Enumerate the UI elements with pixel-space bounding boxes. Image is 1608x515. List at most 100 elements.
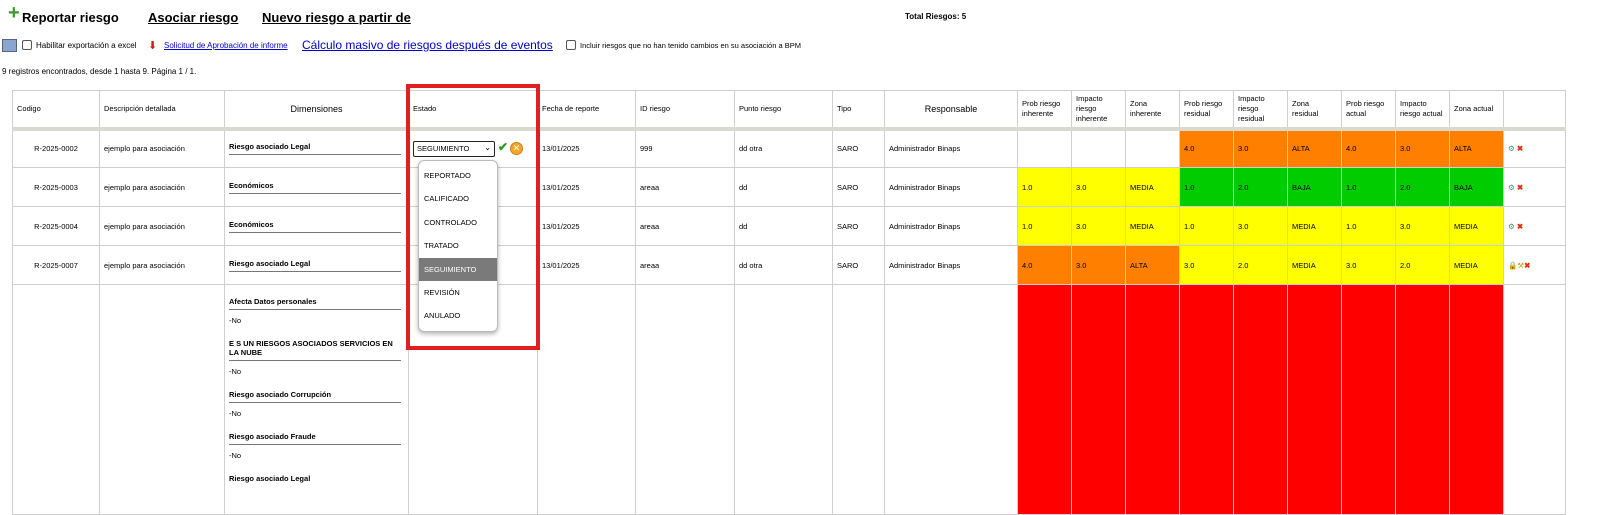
table-row[interactable]: R-2025-0003 ejemplo para asociación Econ… — [12, 167, 1566, 207]
cell-ira: 3.0 — [1395, 206, 1450, 246]
asociar-riesgo-link[interactable]: Asociar riesgo — [148, 10, 238, 25]
col-pri[interactable]: Prob riesgo inherente — [1017, 90, 1072, 131]
table-row[interactable]: R-2025-0004 ejemplo para asociación Econ… — [12, 206, 1566, 246]
estado-option-controlado[interactable]: CONTROLADO — [419, 211, 497, 234]
edit-icon[interactable]: ⚙ — [1508, 222, 1515, 231]
delete-icon[interactable]: ✖ — [1517, 222, 1523, 231]
cell-zi: MEDIA — [1125, 206, 1180, 246]
cell-tipo: SARO — [832, 206, 885, 246]
edit-icon[interactable]: ⚙ — [1508, 183, 1515, 192]
cell-iri: 3.0 — [1071, 245, 1126, 285]
dim-value: -No — [229, 367, 242, 376]
cell-zr: MEDIA — [1287, 245, 1342, 285]
cell-za: MEDIA — [1449, 245, 1504, 285]
header-row: Codigo Descripción detallada Dimensiones… — [12, 90, 1566, 131]
dim-heading: E S UN RIESGOS ASOCIADOS SERVICIOS EN LA… — [229, 339, 401, 361]
col-dimensiones[interactable]: Dimensiones — [224, 90, 409, 131]
pdf-icon[interactable]: ⬇ — [148, 39, 157, 52]
plus-icon[interactable]: + — [8, 2, 20, 25]
check-icon[interactable]: ✔ — [498, 140, 508, 154]
estado-option-tratado[interactable]: TRATADO — [419, 234, 497, 257]
col-fecha[interactable]: Fecha de reporte — [537, 90, 636, 131]
cell-za: ALTA — [1449, 128, 1504, 168]
cell-zr: MEDIA — [1287, 206, 1342, 246]
cell-resp: Administrador Binaps — [884, 167, 1018, 207]
cell-ira: 2.0 — [1395, 167, 1450, 207]
col-descripcion[interactable]: Descripción detallada — [99, 90, 225, 131]
col-prr[interactable]: Prob riesgo residual — [1179, 90, 1234, 131]
dim-value: -No — [229, 316, 242, 325]
dim-heading: Riesgo asociado Legal — [229, 474, 311, 483]
incluir-checkbox[interactable] — [566, 40, 576, 50]
col-codigo[interactable]: Codigo — [12, 90, 100, 131]
cell-pra: 1.0 — [1341, 167, 1396, 207]
lock-icon[interactable]: 🔒 — [1508, 261, 1517, 270]
cell-iri — [1071, 284, 1126, 515]
cell-resp: Administrador Binaps — [884, 128, 1018, 168]
table-row[interactable]: R-2025-0007 ejemplo para asociación Ries… — [12, 245, 1566, 285]
solicitud-link[interactable]: Solicitud de Aprobación de informe — [164, 41, 288, 50]
table-row[interactable]: R-2025-0002 ejemplo para asociación Ries… — [12, 128, 1566, 168]
cell-punto: dd otra — [734, 245, 833, 285]
estado-option-anulado[interactable]: ANULADO — [419, 304, 497, 327]
col-irr[interactable]: Impacto riesgo residual — [1233, 90, 1288, 131]
cell-zi: MEDIA — [1125, 167, 1180, 207]
cell-pra: 4.0 — [1341, 128, 1396, 168]
estado-select[interactable]: SEGUIMIENTO ⌄ — [413, 141, 495, 158]
cell-irr: 3.0 — [1233, 128, 1288, 168]
edit-icon[interactable]: ⚙ — [1508, 144, 1515, 153]
col-id[interactable]: ID riesgo — [635, 90, 735, 131]
col-responsable[interactable]: Responsable — [884, 90, 1018, 131]
cell-desc: ejemplo para asociación — [99, 167, 225, 207]
cell-pra — [1341, 284, 1396, 515]
delete-icon[interactable]: ✖ — [1517, 144, 1523, 153]
records-info: 9 registros encontrados, desde 1 hasta 9… — [2, 67, 197, 76]
cell-actions: ⚙ ✖ — [1503, 128, 1566, 168]
nuevo-riesgo-link[interactable]: Nuevo riesgo a partir de — [262, 10, 411, 25]
cell-zr: BAJA — [1287, 167, 1342, 207]
dim-label: Económicos — [229, 220, 401, 233]
cell-id: areaa — [635, 245, 735, 285]
cell-tipo — [832, 284, 885, 515]
cancel-icon[interactable]: ✕ — [510, 142, 524, 156]
col-actions — [1503, 90, 1566, 131]
estado-option-reportado[interactable]: REPORTADO — [419, 164, 497, 187]
cell-zi — [1125, 284, 1180, 515]
excel-checkbox[interactable] — [22, 40, 32, 50]
col-iri[interactable]: Impacto riesgo inherente — [1071, 90, 1126, 131]
cell-id — [635, 284, 735, 515]
delete-icon[interactable]: ✖ — [1517, 183, 1523, 192]
cell-irr: 3.0 — [1233, 206, 1288, 246]
estado-dropdown: REPORTADO CALIFICADO CONTROLADO TRATADO … — [418, 160, 498, 332]
cell-irr — [1233, 284, 1288, 515]
delete-icon[interactable]: ✖ — [1524, 261, 1530, 270]
estado-option-seguimiento[interactable]: SEGUIMIENTO — [419, 257, 497, 281]
cell-dim: Riesgo asociado Legal — [224, 245, 409, 285]
cell-prr: 4.0 — [1179, 128, 1234, 168]
col-punto[interactable]: Punto riesgo — [734, 90, 833, 131]
table-row[interactable]: Afecta Datos personales -No E S UN RIESG… — [12, 284, 1566, 515]
cell-za: MEDIA — [1449, 206, 1504, 246]
export-icon[interactable] — [2, 39, 17, 52]
col-ira[interactable]: Impacto riesgo actual — [1395, 90, 1450, 131]
estado-option-revision[interactable]: REVISIÓN — [419, 281, 497, 304]
col-pra[interactable]: Prob riesgo actual — [1341, 90, 1396, 131]
dim-heading: Afecta Datos personales — [229, 297, 401, 310]
col-zi[interactable]: Zona inherente — [1125, 90, 1180, 131]
cell-pra: 1.0 — [1341, 206, 1396, 246]
dim-value: -No — [229, 451, 242, 460]
estado-option-calificado[interactable]: CALIFICADO — [419, 187, 497, 210]
estado-selected: SEGUIMIENTO — [417, 144, 470, 154]
chevron-down-icon: ⌄ — [484, 143, 491, 153]
col-zr[interactable]: Zona residual — [1287, 90, 1342, 131]
col-tipo[interactable]: Tipo — [832, 90, 885, 131]
cell-fecha: 13/01/2025 — [537, 167, 636, 207]
col-estado[interactable]: Estado — [408, 90, 538, 131]
calculo-link[interactable]: Cálculo masivo de riesgos después de eve… — [302, 38, 553, 52]
excel-label: Habilitar exportación a excel — [36, 41, 137, 50]
dim-heading: Riesgo asociado Corrupción — [229, 390, 401, 403]
cell-resp: Administrador Binaps — [884, 245, 1018, 285]
col-za[interactable]: Zona actual — [1449, 90, 1504, 131]
reportar-riesgo-link[interactable]: Reportar riesgo — [22, 10, 119, 25]
cell-pri — [1017, 128, 1072, 168]
